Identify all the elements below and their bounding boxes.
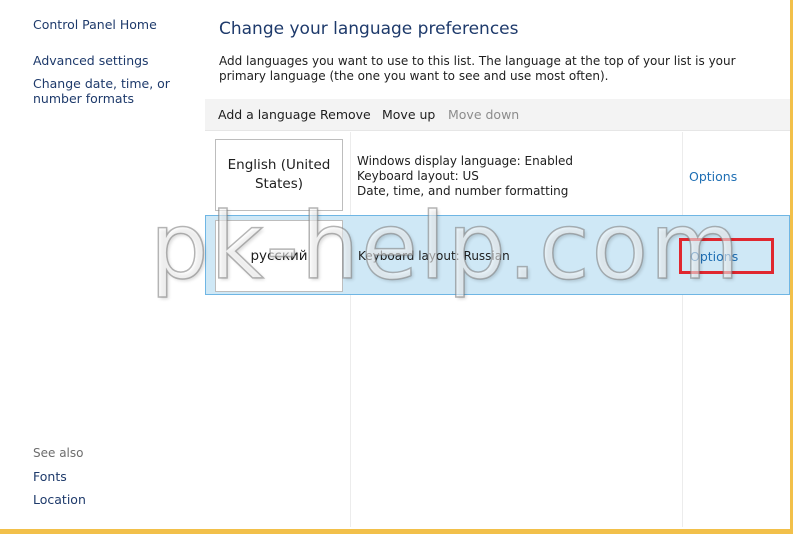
language-name: English (United States) xyxy=(227,157,331,192)
nav-control-panel-home[interactable]: Control Panel Home xyxy=(33,17,157,32)
options-link[interactable]: Options xyxy=(689,169,737,184)
language-details: Windows display language: Enabled Keyboa… xyxy=(357,154,573,199)
add-language-button[interactable]: Add a language xyxy=(218,107,316,122)
nav-fonts[interactable]: Fonts xyxy=(33,469,67,484)
page-description: Add languages you want to use to this li… xyxy=(219,54,736,83)
language-name: русский xyxy=(250,247,308,264)
language-row-english[interactable]: English (United States) Windows display … xyxy=(205,135,790,215)
page-title: Change your language preferences xyxy=(219,19,519,39)
nav-advanced-settings[interactable]: Advanced settings xyxy=(33,53,149,68)
language-toolbar: Add a language Remove Move up Move down xyxy=(205,99,790,131)
highlight-annotation xyxy=(679,238,774,274)
see-also-heading: See also xyxy=(33,446,84,460)
detail-line: Keyboard layout: Russian xyxy=(358,249,510,263)
language-details: Keyboard layout: Russian xyxy=(358,249,510,264)
detail-line: Keyboard layout: US xyxy=(357,169,479,183)
move-up-button[interactable]: Move up xyxy=(382,107,435,122)
remove-button[interactable]: Remove xyxy=(320,107,371,122)
nav-location[interactable]: Location xyxy=(33,492,86,507)
move-down-button: Move down xyxy=(448,107,520,122)
detail-line: Date, time, and number formatting xyxy=(357,184,569,198)
nav-change-date-time-formats[interactable]: Change date, time, or number formats xyxy=(33,76,203,106)
language-tile[interactable]: русский xyxy=(215,220,343,292)
detail-line: Windows display language: Enabled xyxy=(357,154,574,168)
language-tile[interactable]: English (United States) xyxy=(215,139,343,211)
